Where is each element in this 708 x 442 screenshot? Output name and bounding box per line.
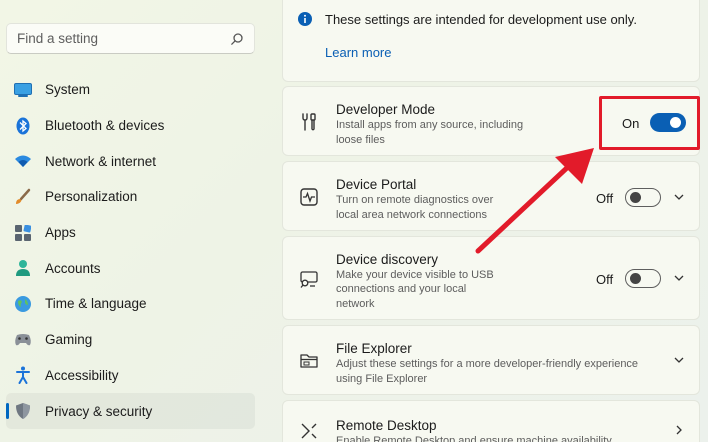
accessibility-icon [14, 366, 32, 385]
shield-icon [14, 402, 32, 420]
system-icon [14, 81, 32, 99]
brush-icon [14, 188, 32, 206]
sidebar-item-label: Personalization [45, 189, 138, 205]
sidebar-item-label: Privacy & security [45, 403, 153, 419]
setting-description: Enable Remote Desktop and ensure machine… [336, 435, 612, 442]
setting-title: Developer Mode [336, 102, 436, 117]
setting-description: loose files [336, 133, 385, 146]
sidebar: Find a setting System Bluetooth & device… [0, 0, 268, 442]
sidebar-item-accounts[interactable]: Accounts [6, 250, 255, 286]
sidebar-item-label: Bluetooth & devices [45, 118, 165, 134]
annotation-highlight-box [599, 96, 700, 150]
person-icon [14, 259, 32, 277]
tools-icon [302, 113, 316, 131]
info-icon [298, 12, 312, 26]
device-search-icon [300, 271, 318, 288]
apps-icon [14, 224, 32, 242]
pulse-monitor-icon [300, 188, 318, 206]
search-box[interactable]: Find a setting [6, 23, 255, 54]
learn-more-link[interactable]: Learn more [325, 45, 391, 60]
sidebar-item-label: Gaming [45, 332, 93, 348]
remote-desktop-icon [301, 423, 317, 439]
sidebar-item-accessibility[interactable]: Accessibility [6, 358, 255, 394]
folder-icon [300, 354, 318, 368]
sidebar-item-personalization[interactable]: Personalization [6, 179, 255, 215]
chevron-down-icon[interactable] [673, 272, 685, 284]
info-text: These settings are intended for developm… [325, 12, 637, 27]
sidebar-item-label: Accessibility [45, 367, 119, 383]
sidebar-item-system[interactable]: System [6, 72, 255, 108]
toggle-knob [630, 192, 641, 203]
chevron-down-icon[interactable] [673, 191, 685, 203]
sidebar-item-label: Network & internet [45, 153, 157, 169]
setting-description: local area network connections [336, 208, 488, 221]
sidebar-item-privacy-security[interactable]: Privacy & security [6, 393, 255, 429]
device-discovery-toggle[interactable] [625, 269, 661, 288]
annotation-arrow-icon [475, 148, 594, 254]
device-portal-toggle[interactable] [625, 188, 661, 207]
chevron-down-icon[interactable] [673, 354, 685, 366]
search-icon[interactable] [230, 32, 244, 46]
sidebar-item-apps[interactable]: Apps [6, 215, 255, 251]
globe-icon [14, 295, 32, 313]
setting-description: connections and your local [336, 283, 467, 295]
sidebar-item-label: Apps [45, 225, 76, 241]
setting-description: Make your device visible to USB [336, 268, 494, 281]
sidebar-item-label: System [45, 82, 91, 98]
setting-title: File Explorer [336, 341, 412, 356]
bluetooth-icon [14, 117, 32, 135]
setting-title: Remote Desktop [336, 418, 437, 433]
setting-title: Device discovery [336, 252, 439, 267]
setting-title: Device Portal [336, 177, 417, 192]
sidebar-item-bluetooth[interactable]: Bluetooth & devices [6, 108, 255, 144]
toggle-knob [630, 273, 641, 284]
gamepad-icon [14, 331, 32, 349]
info-card: These settings are intended for developm… [282, 0, 700, 82]
wifi-icon [14, 152, 32, 170]
setting-description: using File Explorer [336, 372, 428, 385]
setting-description: Install apps from any source, including [336, 119, 524, 131]
sidebar-item-network[interactable]: Network & internet [6, 143, 255, 179]
sidebar-item-gaming[interactable]: Gaming [6, 322, 255, 358]
remote-desktop-card[interactable]: Remote Desktop Enable Remote Desktop and… [282, 400, 700, 442]
file-explorer-card[interactable]: File Explorer Adjust these settings for … [282, 325, 700, 395]
setting-description: network [336, 297, 375, 310]
toggle-state-label: Off [596, 272, 614, 287]
sidebar-item-label: Time & language [45, 296, 147, 312]
search-input[interactable]: Find a setting [17, 31, 230, 46]
sidebar-nav: System Bluetooth & devices Network & int… [6, 72, 255, 429]
chevron-right-icon[interactable] [673, 424, 685, 436]
setting-description: Adjust these settings for a more develop… [336, 358, 639, 370]
sidebar-item-label: Accounts [45, 260, 101, 276]
sidebar-item-time-language[interactable]: Time & language [6, 286, 255, 322]
